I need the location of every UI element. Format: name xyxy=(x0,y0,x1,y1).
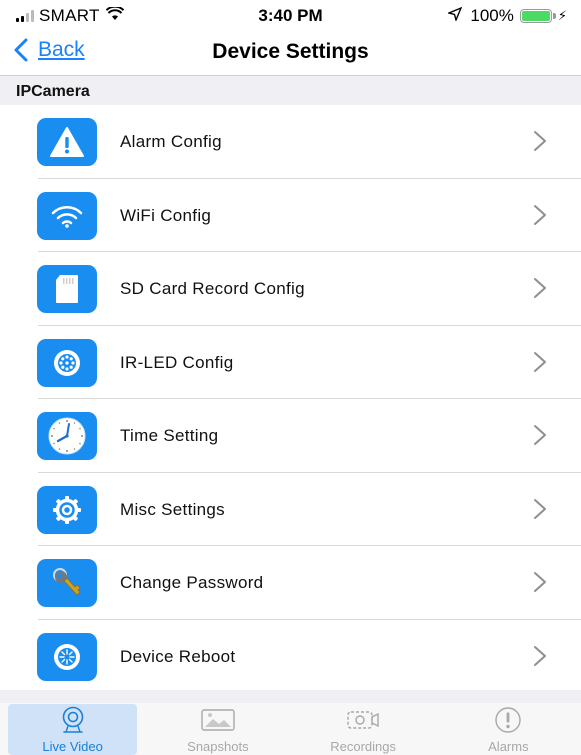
live-video-icon xyxy=(55,706,91,734)
setting-row-device-reboot[interactable]: Device Reboot xyxy=(0,620,581,694)
navigation-bar: Back Device Settings xyxy=(0,34,581,76)
row-label: WiFi Config xyxy=(120,205,212,225)
status-bar: SMART 3:40 PM 100% ⚡ xyxy=(0,0,581,34)
chevron-right-icon xyxy=(534,204,546,225)
setting-row-alarm-config[interactable]: Alarm Config xyxy=(0,105,581,179)
tab-recordings[interactable]: Recordings xyxy=(291,703,436,755)
row-label: SD Card Record Config xyxy=(120,279,305,298)
clock-icon xyxy=(37,412,97,460)
setting-row-change-password[interactable]: Change Password xyxy=(0,546,581,620)
tab-label: Live Video xyxy=(42,739,103,754)
tab-alarms[interactable]: Alarms xyxy=(436,703,581,755)
tab-snapshots[interactable]: Snapshots xyxy=(145,703,290,755)
battery-icon xyxy=(519,9,556,23)
chevron-right-icon xyxy=(534,131,546,151)
setting-row-sd-card-record-config[interactable]: SD Card Record Config xyxy=(0,252,581,326)
ir-led-icon xyxy=(37,338,97,387)
sd-card-icon xyxy=(37,265,97,313)
page-title: Device Settings xyxy=(212,40,369,63)
row-label: IR-LED Config xyxy=(120,352,234,372)
chevron-right-icon xyxy=(534,572,546,592)
setting-row-wifi-config[interactable]: WiFi Config xyxy=(0,179,581,253)
tab-label: Recordings xyxy=(330,739,396,754)
tab-bar: Live Video Snapshots Recordings Alarms xyxy=(0,703,581,755)
wifi-icon xyxy=(37,191,97,240)
section-header: IPCamera xyxy=(0,76,581,105)
settings-list: Alarm Config WiFi Config SD Card Record … xyxy=(0,105,581,693)
chevron-right-icon xyxy=(534,645,546,666)
status-right: 100% ⚡ xyxy=(447,6,567,26)
row-label: Change Password xyxy=(120,573,264,592)
key-icon xyxy=(37,559,97,607)
row-label: Misc Settings xyxy=(120,499,225,519)
setting-row-ir-led-config[interactable]: IR-LED Config xyxy=(0,326,581,400)
reboot-icon xyxy=(37,632,97,681)
row-label: Device Reboot xyxy=(120,646,236,666)
battery-percent: 100% xyxy=(470,6,514,25)
gear-icon xyxy=(37,485,97,534)
recordings-icon xyxy=(345,706,381,734)
list-footer xyxy=(0,690,581,703)
alarms-icon xyxy=(490,706,526,734)
location-arrow-icon xyxy=(447,6,463,26)
tab-label: Snapshots xyxy=(187,739,249,754)
alarm-warning-icon xyxy=(37,118,97,166)
setting-row-misc-settings[interactable]: Misc Settings xyxy=(0,473,581,547)
chevron-right-icon xyxy=(534,498,546,519)
row-label: Alarm Config xyxy=(120,132,222,151)
snapshots-icon xyxy=(200,706,236,734)
chevron-right-icon xyxy=(534,351,546,372)
charging-icon: ⚡ xyxy=(557,8,567,23)
row-label: Time Setting xyxy=(120,426,219,445)
tab-label: Alarms xyxy=(488,739,529,754)
setting-row-time-setting[interactable]: Time Setting xyxy=(0,399,581,473)
chevron-right-icon xyxy=(534,425,546,445)
tab-live-video[interactable]: Live Video xyxy=(0,703,145,755)
chevron-right-icon xyxy=(534,278,546,298)
